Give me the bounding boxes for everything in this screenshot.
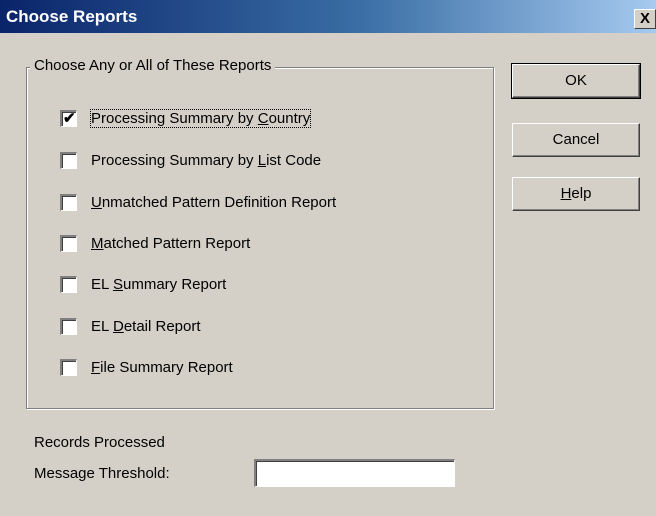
- checkbox-el-summary[interactable]: [60, 275, 77, 293]
- dialog-title: Choose Reports: [6, 7, 138, 26]
- checkbox-summary-by-list-code[interactable]: [60, 151, 77, 169]
- group-box-label: Choose Any or All of These Reports: [30, 56, 276, 76]
- checkbox-el-detail[interactable]: [60, 317, 77, 335]
- checkbox-label[interactable]: Matched Pattern Report: [91, 235, 250, 252]
- cancel-button[interactable]: Cancel: [512, 123, 640, 157]
- help-button[interactable]: Help: [512, 177, 640, 211]
- checkbox-row-summary-by-country[interactable]: ✔ Processing Summary by Country: [60, 107, 312, 129]
- checkbox-row-file-summary[interactable]: File Summary Report: [60, 356, 233, 378]
- close-button[interactable]: X: [634, 9, 656, 29]
- checkbox-label[interactable]: File Summary Report: [91, 359, 233, 376]
- checkbox-label[interactable]: EL Detail Report: [91, 318, 201, 335]
- checkbox-row-unmatched-pattern[interactable]: Unmatched Pattern Definition Report: [60, 191, 336, 213]
- checkmark-icon: ✔: [63, 109, 76, 127]
- checkbox-label[interactable]: Unmatched Pattern Definition Report: [91, 194, 336, 211]
- checkbox-label[interactable]: Processing Summary by List Code: [91, 152, 321, 169]
- checkbox-label[interactable]: EL Summary Report: [91, 276, 226, 293]
- checkbox-row-summary-by-list-code[interactable]: Processing Summary by List Code: [60, 149, 321, 171]
- checkbox-file-summary[interactable]: [60, 358, 77, 376]
- checkbox-row-el-detail[interactable]: EL Detail Report: [60, 315, 201, 337]
- checkbox-label[interactable]: Processing Summary by Country: [89, 108, 312, 128]
- checkbox-matched-pattern[interactable]: [60, 234, 77, 252]
- message-threshold-input[interactable]: [254, 459, 455, 487]
- records-processed-label: Records Processed: [34, 434, 165, 451]
- checkbox-unmatched-pattern[interactable]: [60, 193, 77, 211]
- checkbox-summary-by-country[interactable]: ✔: [60, 109, 77, 127]
- checkbox-row-matched-pattern[interactable]: Matched Pattern Report: [60, 232, 250, 254]
- message-threshold-label: Message Threshold:: [34, 465, 170, 482]
- checkbox-row-el-summary[interactable]: EL Summary Report: [60, 273, 226, 295]
- ok-button[interactable]: OK: [511, 63, 641, 99]
- choose-reports-dialog: Choose Reports X Choose Any or All of Th…: [0, 0, 656, 516]
- close-icon: X: [639, 10, 650, 27]
- title-bar[interactable]: Choose Reports X: [0, 0, 656, 33]
